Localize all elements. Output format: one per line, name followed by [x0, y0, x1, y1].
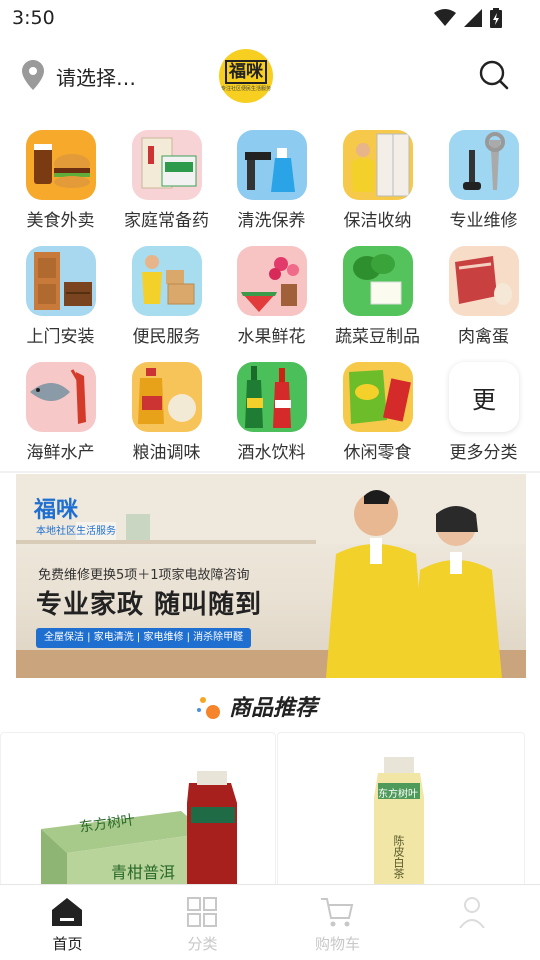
battery-icon [490, 8, 502, 28]
search-icon[interactable] [477, 58, 511, 92]
product-brand: 东方树叶 [378, 789, 418, 800]
category-label: 水果鲜花 [237, 327, 306, 347]
category-grain-oil[interactable]: 粮油调味 [113, 354, 220, 470]
nav-label: 分类 [187, 935, 218, 953]
oil-rice-icon [132, 362, 202, 432]
status-bar: 3:50 [0, 0, 540, 38]
section-title-text: 商品推荐 [229, 696, 318, 721]
nav-label: 首页 [52, 935, 83, 953]
wifi-icon [434, 9, 456, 26]
category-label: 上门安装 [26, 327, 95, 347]
promo-banner[interactable]: 福咪 本地社区生活服务 免费维修更换5项＋1项家电故障咨询 专业家政 随叫随到 … [16, 474, 526, 678]
category-label: 肉禽蛋 [458, 327, 509, 347]
banner-service-tags: 全屋保洁 | 家电清洗 | 家电维修 | 消杀除甲醛 [36, 628, 252, 648]
vegetable-tofu-icon [343, 246, 413, 316]
wrench-icon [449, 130, 519, 200]
nav-home[interactable]: 首页 [0, 885, 135, 960]
product-card[interactable]: 东方树叶 陈皮白茶 [277, 732, 525, 884]
product-flavor: 陈皮白茶 [392, 835, 405, 879]
bottom-navigation: 首页 分类 购物车 [0, 884, 540, 960]
nav-profile[interactable] [405, 885, 540, 960]
app-screen: 3:50 请选择… 福咪 专注社区便民生活服务 美食外卖 家庭常备药 清洗保养 … [0, 0, 540, 960]
more-icon: 更 [449, 362, 519, 432]
app-logo: 福咪 专注社区便民生活服务 [219, 49, 273, 103]
banner-promo-text: 免费维修更换5项＋1项家电故障咨询 [38, 568, 250, 583]
grid-icon [187, 897, 217, 927]
category-meat-eggs[interactable]: 肉禽蛋 [430, 238, 537, 354]
user-icon [459, 897, 485, 928]
top-header: 请选择… 福咪 专注社区便民生活服务 [0, 42, 540, 108]
fruit-flower-icon [237, 246, 307, 316]
category-food-delivery[interactable]: 美食外卖 [7, 122, 114, 238]
category-snacks[interactable]: 休闲零食 [324, 354, 431, 470]
snack-bag-icon [343, 362, 413, 432]
category-fruit-flowers[interactable]: 水果鲜花 [218, 238, 325, 354]
logo-text: 福咪 [225, 60, 267, 84]
location-selector[interactable]: 请选择… [56, 62, 136, 91]
category-cleaning-care[interactable]: 清洗保养 [218, 122, 325, 238]
nav-label: 购物车 [314, 935, 360, 953]
category-label: 蔬菜豆制品 [335, 327, 420, 347]
burger-drink-icon [26, 130, 96, 200]
product-list: 东方树叶 青柑普洱 东方树叶 陈皮白茶 [0, 732, 540, 884]
category-housekeeping[interactable]: 保洁收纳 [324, 122, 431, 238]
nav-cart[interactable]: 购物车 [270, 885, 405, 960]
category-label: 粮油调味 [132, 443, 201, 463]
medicine-box-icon [132, 130, 202, 200]
home-icon [52, 898, 82, 926]
category-home-medicine[interactable]: 家庭常备药 [113, 122, 220, 238]
section-divider [0, 471, 540, 473]
delivery-boxes-icon [132, 246, 202, 316]
logo-subtext: 专注社区便民生活服务 [220, 86, 271, 92]
meat-egg-icon [449, 246, 519, 316]
category-drinks[interactable]: 酒水饮料 [218, 354, 325, 470]
decor-dots-icon [197, 697, 220, 719]
category-label: 酒水饮料 [237, 443, 306, 463]
category-label: 海鲜水产 [26, 443, 95, 463]
category-vegetable-tofu[interactable]: 蔬菜豆制品 [324, 238, 431, 354]
category-installation[interactable]: 上门安装 [7, 238, 114, 354]
more-glyph: 更 [472, 385, 496, 414]
category-repair[interactable]: 专业维修 [430, 122, 537, 238]
status-time: 3:50 [12, 7, 55, 29]
cleaner-wardrobe-icon [343, 130, 413, 200]
banner-headline: 专业家政 随叫随到 [36, 590, 263, 620]
category-label: 美食外卖 [26, 211, 95, 231]
location-pin-icon[interactable] [22, 60, 44, 90]
recommend-section-title: 商品推荐 [0, 688, 540, 724]
status-icons [434, 8, 502, 28]
category-seafood[interactable]: 海鲜水产 [7, 354, 114, 470]
banner-brand-sub: 本地社区生活服务 [36, 526, 116, 537]
signal-icon [464, 9, 482, 27]
category-convenience[interactable]: 便民服务 [113, 238, 220, 354]
spray-bottle-icon [237, 130, 307, 200]
banner-brand: 福咪 [34, 498, 79, 523]
cart-icon [321, 898, 354, 927]
category-label: 休闲零食 [343, 443, 412, 463]
category-more[interactable]: 更 更多分类 [430, 354, 537, 470]
category-label: 专业维修 [449, 211, 518, 231]
category-label: 清洗保养 [237, 211, 306, 231]
bottles-icon [237, 362, 307, 432]
fish-lobster-icon [26, 362, 96, 432]
category-label: 保洁收纳 [343, 211, 412, 231]
product-flavor: 青柑普洱 [111, 863, 176, 882]
category-label: 家庭常备药 [124, 211, 209, 231]
category-label: 便民服务 [132, 327, 201, 347]
nav-category[interactable]: 分类 [135, 885, 270, 960]
category-label: 更多分类 [449, 443, 518, 463]
product-card[interactable]: 东方树叶 青柑普洱 [0, 732, 276, 884]
door-cabinet-icon [26, 246, 96, 316]
